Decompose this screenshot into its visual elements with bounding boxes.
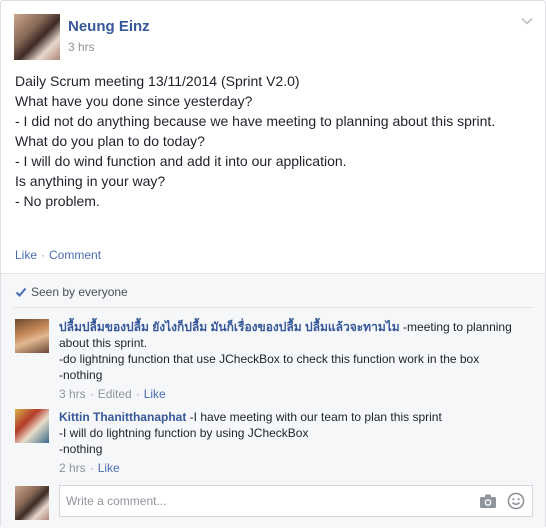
comment-input[interactable] bbox=[59, 485, 533, 517]
post-card: Neung Einz 3 hrs Daily Scrum meeting 13/… bbox=[0, 0, 546, 528]
separator: · bbox=[89, 387, 94, 401]
separator: · bbox=[41, 248, 46, 262]
post-line: What have you done since yesterday? bbox=[15, 93, 253, 109]
commenter-name[interactable]: ปลื้มปลื้มของปลื้ม ยังไงก็ปลื้ม มันก็เรื… bbox=[59, 320, 400, 334]
post-line: Is anything in your way? bbox=[15, 173, 166, 189]
author-name[interactable]: Neung Einz bbox=[68, 18, 150, 35]
divider bbox=[13, 307, 533, 308]
comment-content: ปลื้มปลื้มของปลื้ม ยังไงก็ปลื้ม มันก็เรื… bbox=[59, 319, 534, 402]
comment-timestamp[interactable]: 2 hrs bbox=[59, 461, 86, 475]
commenter-name[interactable]: Kittin Thanitthanaphat bbox=[59, 410, 186, 424]
post-line: What do you plan to do today? bbox=[15, 133, 205, 149]
author-avatar[interactable] bbox=[14, 14, 60, 60]
comment-content: Kittin Thanitthanaphat -I have meeting w… bbox=[59, 409, 534, 476]
current-user-avatar bbox=[15, 486, 49, 520]
chevron-down-icon[interactable] bbox=[519, 13, 535, 29]
post-body: Daily Scrum meeting 13/11/2014 (Sprint V… bbox=[15, 71, 530, 211]
smiley-icon[interactable] bbox=[507, 492, 525, 510]
commenter-avatar[interactable] bbox=[15, 409, 49, 443]
comment-button[interactable]: Comment bbox=[49, 248, 101, 262]
comment-like-button[interactable]: Like bbox=[98, 461, 120, 475]
separator: · bbox=[135, 387, 140, 401]
feedback-section: Seen by everyone ปลื้มปลื้มของปลื้ม ยังไ… bbox=[1, 273, 545, 528]
post-line: - No problem. bbox=[15, 193, 100, 209]
camera-icon[interactable] bbox=[479, 493, 497, 509]
like-button[interactable]: Like bbox=[15, 248, 37, 262]
separator: · bbox=[89, 461, 94, 475]
post-line: - I did not do anything because we have … bbox=[15, 113, 496, 129]
post-line: - I will do wind function and add it int… bbox=[15, 153, 347, 169]
comment-composer bbox=[15, 484, 535, 520]
comment-like-button[interactable]: Like bbox=[144, 387, 166, 401]
check-icon bbox=[15, 287, 27, 297]
post-timestamp[interactable]: 3 hrs bbox=[68, 40, 95, 54]
comment-meta: 2 hrs · Like bbox=[59, 460, 534, 476]
comment-meta: 3 hrs · Edited · Like bbox=[59, 386, 534, 402]
post-actions: Like · Comment bbox=[15, 248, 101, 262]
comment-item: ปลื้มปลื้มของปลื้ม ยังไงก็ปลื้ม มันก็เรื… bbox=[15, 319, 535, 402]
commenter-avatar[interactable] bbox=[15, 319, 49, 353]
seen-by-indicator: Seen by everyone bbox=[15, 285, 128, 299]
seen-by-text: Seen by everyone bbox=[31, 285, 128, 299]
edited-label[interactable]: Edited bbox=[98, 387, 132, 401]
post-line: Daily Scrum meeting 13/11/2014 (Sprint V… bbox=[15, 73, 300, 89]
comment-item: Kittin Thanitthanaphat -I have meeting w… bbox=[15, 409, 535, 475]
comment-timestamp[interactable]: 3 hrs bbox=[59, 387, 86, 401]
